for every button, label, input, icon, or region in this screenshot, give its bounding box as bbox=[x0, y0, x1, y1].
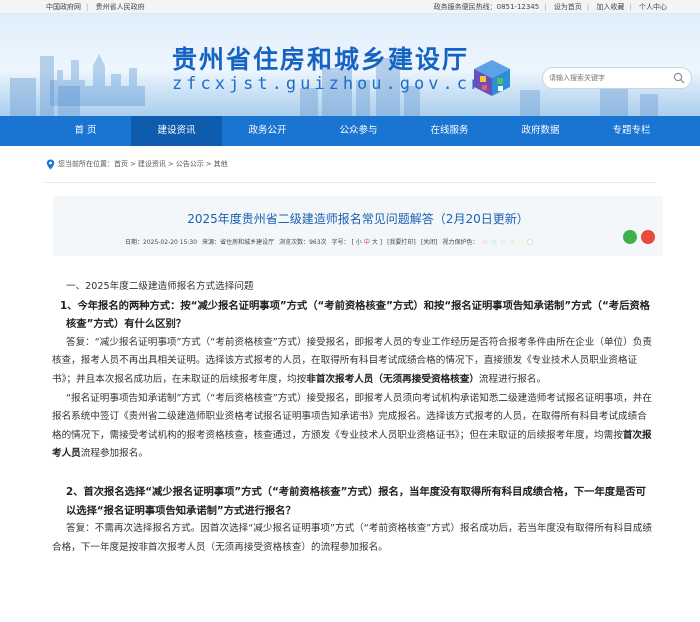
hotline-text: 政务服务便民热线：0851-12345 bbox=[433, 2, 540, 11]
meta-source: 来源：省住房和城乡建设厅 bbox=[202, 239, 275, 246]
article-title: 2025年度贵州省二级建造师报名常见问题解答（2月20日更新） bbox=[187, 212, 529, 226]
search-box bbox=[542, 67, 692, 89]
site-title: 贵州省住房和城乡建设厅 bbox=[172, 45, 470, 74]
meta-views: 浏览次数：963次 bbox=[279, 239, 327, 246]
answer-1b-tail: 流程参加报名。 bbox=[80, 448, 148, 460]
section-heading: 一、2025年度二级建造师报名方式选择问题 bbox=[66, 281, 254, 292]
eye-color-swatch[interactable] bbox=[527, 238, 534, 245]
meta-date: 日期：2025-02-20 15:30 bbox=[125, 239, 198, 246]
link-gov-china[interactable]: 中国政府网 bbox=[46, 3, 81, 11]
search-input[interactable] bbox=[549, 72, 669, 84]
breadcrumb-home[interactable]: 首页 bbox=[114, 159, 128, 169]
eye-color-swatch[interactable] bbox=[491, 238, 498, 245]
main-nav: 首 页 建设资讯 政务公开 公众参与 在线服务 政府数据 专题专栏 bbox=[0, 116, 700, 146]
answer-1-bold: 非首次报考人员（无须再接受资格核查） bbox=[306, 373, 479, 385]
nav-home[interactable]: 首 页 bbox=[40, 116, 131, 146]
wechat-share-icon[interactable] bbox=[623, 230, 637, 244]
nav-special-topics[interactable]: 专题专栏 bbox=[586, 116, 677, 146]
article-meta: 日期：2025-02-20 15:30 来源：省住房和城乡建设厅 浏览次数：96… bbox=[125, 237, 541, 246]
link-gov-guizhou[interactable]: 贵州省人民政府 bbox=[96, 3, 145, 11]
breadcrumb: 您当前所在位置： 首页 > 建设资讯 > 公告公示 > 其他 bbox=[0, 146, 700, 182]
nav-government-data[interactable]: 政府数据 bbox=[495, 116, 586, 146]
eye-care-label: 视力保护色： bbox=[442, 239, 479, 246]
font-mid-button[interactable]: 中 bbox=[364, 237, 370, 246]
question-1: 1、今年报名的两种方式：按“减少报名证明事项”方式（“考前资格核查”方式）和按“… bbox=[60, 299, 650, 331]
nav-online-service[interactable]: 在线服务 bbox=[404, 116, 495, 146]
nav-government-affairs[interactable]: 政务公开 bbox=[222, 116, 313, 146]
article-header: 2025年度贵州省二级建造师报名常见问题解答（2月20日更新） 日期：2025-… bbox=[53, 196, 663, 256]
share-buttons bbox=[619, 230, 655, 244]
divider bbox=[44, 182, 656, 183]
nav-public-participation[interactable]: 公众参与 bbox=[313, 116, 404, 146]
eye-color-swatch[interactable] bbox=[509, 238, 516, 245]
close-button[interactable]: [关闭] bbox=[421, 237, 438, 246]
emblem-icon bbox=[50, 54, 145, 106]
eye-color-swatch[interactable] bbox=[482, 238, 489, 245]
font-big-button[interactable]: 大 ] bbox=[372, 237, 382, 246]
breadcrumb-announcements[interactable]: 公告公示 bbox=[176, 159, 204, 169]
eye-color-swatch[interactable] bbox=[500, 238, 507, 245]
answer-1-paragraph-1: 答复：“减少报名证明事项”方式（“考前资格核查”方式）接受报名，即报考人员的专业… bbox=[52, 334, 656, 390]
breadcrumb-construction-news[interactable]: 建设资讯 bbox=[138, 159, 166, 169]
answer-1b-text: “报名证明事项告知承诺制”方式（“考后资格核查”方式）接受报名，即报考人员须向考… bbox=[52, 392, 652, 441]
set-homepage-link[interactable]: 设为首页 bbox=[554, 3, 582, 11]
top-right-links: 政务服务便民热线：0851-12345 | 设为首页 | 加入收藏 | 个人中心 bbox=[433, 2, 667, 11]
print-button[interactable]: [我要打印] bbox=[387, 237, 416, 246]
eye-care-swatches bbox=[482, 238, 536, 245]
weibo-share-icon[interactable] bbox=[641, 230, 655, 244]
question-2: 2、首次报名选择“减少报名证明事项”方式（“考前资格核查”方式）报名，当年度没有… bbox=[66, 485, 646, 517]
nav-construction-news[interactable]: 建设资讯 bbox=[131, 116, 222, 146]
user-center-link[interactable]: 个人中心 bbox=[639, 3, 667, 11]
add-favorite-link[interactable]: 加入收藏 bbox=[596, 3, 624, 11]
cube-logo-icon bbox=[474, 60, 510, 96]
breadcrumb-prefix: 您当前所在位置： bbox=[58, 160, 114, 168]
answer-1-tail: 流程进行报名。 bbox=[478, 373, 547, 385]
site-banner: 贵州省住房和城乡建设厅 zfcxjst.guizhou.gov.cn bbox=[0, 14, 700, 116]
search-icon[interactable] bbox=[673, 72, 685, 84]
answer-2: 答复：不需再次选择报名方式。因首次选择“减少报名证明事项”方式（“考前资格核查”… bbox=[52, 523, 652, 553]
font-small-button[interactable]: [ 小 bbox=[352, 237, 362, 246]
top-left-links: 中国政府网 | 贵州省人民政府 bbox=[46, 2, 145, 11]
answer-1-paragraph-2: “报名证明事项告知承诺制”方式（“考后资格核查”方式）接受报名，即报考人员须向考… bbox=[52, 390, 656, 464]
font-size-label: 字号： bbox=[331, 239, 350, 246]
breadcrumb-other[interactable]: 其他 bbox=[214, 159, 228, 169]
site-domain: zfcxjst.guizhou.gov.cn bbox=[172, 74, 486, 94]
article-body: 一、2025年度二级建造师报名方式选择问题 1、今年报名的两种方式：按“减少报名… bbox=[52, 278, 656, 557]
top-utility-bar: 中国政府网 | 贵州省人民政府 政务服务便民热线：0851-12345 | 设为首页… bbox=[0, 0, 700, 14]
eye-color-swatch[interactable] bbox=[518, 238, 525, 245]
location-pin-icon bbox=[46, 159, 55, 169]
